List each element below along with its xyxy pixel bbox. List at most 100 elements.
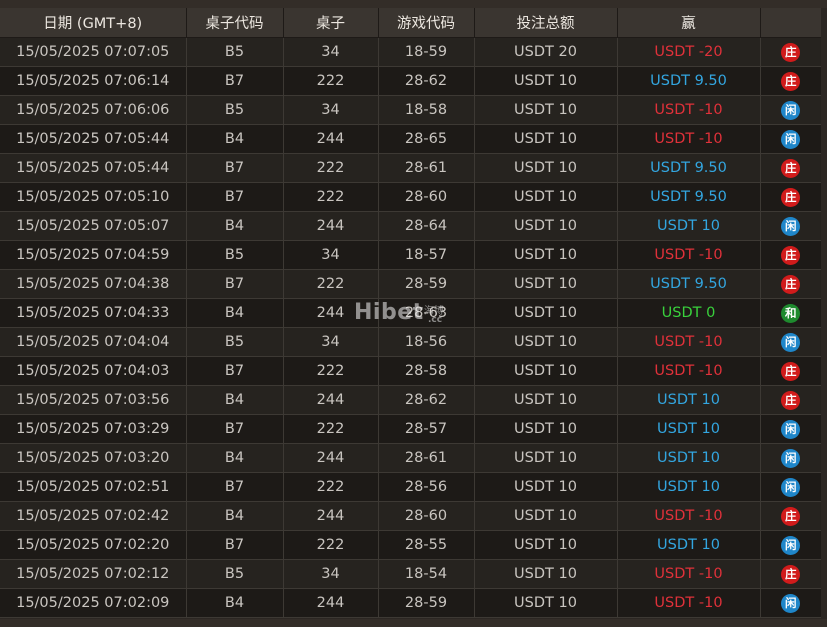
bet-total-cell: USDT 10 <box>473 356 617 386</box>
game-code-cell: 18-59 <box>377 37 474 67</box>
result-player-badge: 闲 <box>781 216 801 236</box>
table-code-cell: B5 <box>185 240 283 270</box>
bet-total-cell: USDT 10 <box>473 66 617 96</box>
date-cell: 15/05/2025 07:07:05 <box>0 37 186 67</box>
table-row: 15/05/2025 07:06:14 B7 222 28-62 USDT 10 USDT… <box>0 66 821 96</box>
result-cell: 庄 <box>759 501 821 531</box>
table-cell: 222 <box>282 530 378 560</box>
result-banker-badge: 庄 <box>781 274 801 294</box>
result-banker-badge: 庄 <box>781 390 801 410</box>
table-code-cell: B7 <box>185 182 283 212</box>
win-cell: USDT -10 <box>616 95 760 125</box>
table-code-cell: B7 <box>185 530 283 560</box>
table-body: 15/05/2025 07:07:05 B5 34 18-59 USDT 20 USDT … <box>0 37 821 618</box>
table-cell: 244 <box>282 385 378 415</box>
game-code-cell: 18-56 <box>377 327 474 357</box>
date-cell: 15/05/2025 07:06:14 <box>0 66 186 96</box>
game-code-cell: 28-55 <box>377 530 474 560</box>
game-code-cell: 18-58 <box>377 95 474 125</box>
game-code-cell: 28-62 <box>377 66 474 96</box>
table-row: 15/05/2025 07:04:04 B5 34 18-56 USDT 10 USDT … <box>0 327 821 357</box>
date-cell: 15/05/2025 07:03:56 <box>0 385 186 415</box>
bet-total-cell: USDT 10 <box>473 95 617 125</box>
table-code-cell: B7 <box>185 356 283 386</box>
table-code-cell: B7 <box>185 414 283 444</box>
date-cell: 15/05/2025 07:04:59 <box>0 240 186 270</box>
win-cell: USDT 9.50 <box>616 66 760 96</box>
table-header-row: 日期 (GMT+8) 桌子代码 桌子 游戏代码 投注总额 赢 <box>0 8 821 38</box>
table-code-cell: B5 <box>185 37 283 67</box>
date-cell: 15/05/2025 07:04:03 <box>0 356 186 386</box>
result-banker-badge: 庄 <box>781 564 801 584</box>
table-code-cell: B4 <box>185 588 283 618</box>
result-player-badge: 闲 <box>781 477 801 497</box>
result-cell: 闲 <box>759 95 821 125</box>
date-cell: 15/05/2025 07:06:06 <box>0 95 186 125</box>
table-code-cell: B4 <box>185 124 283 154</box>
win-cell: USDT -10 <box>616 501 760 531</box>
bet-total-cell: USDT 10 <box>473 472 617 502</box>
win-cell: USDT -10 <box>616 240 760 270</box>
bet-total-cell: USDT 10 <box>473 298 617 328</box>
table-cell: 244 <box>282 211 378 241</box>
table-row: 15/05/2025 07:02:20 B7 222 28-55 USDT 10 USDT… <box>0 530 821 560</box>
table-cell: 244 <box>282 501 378 531</box>
result-cell: 庄 <box>759 153 821 183</box>
table-code-cell: B5 <box>185 327 283 357</box>
date-cell: 15/05/2025 07:03:29 <box>0 414 186 444</box>
result-banker-badge: 庄 <box>781 506 801 526</box>
result-banker-badge: 庄 <box>781 187 801 207</box>
result-cell: 闲 <box>759 443 821 473</box>
table-cell: 222 <box>282 182 378 212</box>
table-row: 15/05/2025 07:05:10 B7 222 28-60 USDT 10 USDT… <box>0 182 821 212</box>
game-code-cell: 28-60 <box>377 501 474 531</box>
date-cell: 15/05/2025 07:05:10 <box>0 182 186 212</box>
table-row: 15/05/2025 07:03:56 B4 244 28-62 USDT 10 USDT… <box>0 385 821 415</box>
win-cell: USDT -10 <box>616 327 760 357</box>
table-code-cell: B4 <box>185 298 283 328</box>
bet-total-cell: USDT 20 <box>473 37 617 67</box>
table-cell: 222 <box>282 414 378 444</box>
table-code-cell: B7 <box>185 153 283 183</box>
result-player-badge: 闲 <box>781 419 801 439</box>
win-cell: USDT -20 <box>616 37 760 67</box>
game-code-cell: 28-59 <box>377 269 474 299</box>
result-banker-badge: 庄 <box>781 71 801 91</box>
date-cell: 15/05/2025 07:02:20 <box>0 530 186 560</box>
win-cell: USDT -10 <box>616 559 760 589</box>
table-row: 15/05/2025 07:02:12 B5 34 18-54 USDT 10 USDT … <box>0 559 821 589</box>
date-cell: 15/05/2025 07:02:51 <box>0 472 186 502</box>
result-cell: 庄 <box>759 385 821 415</box>
table-code-cell: B5 <box>185 559 283 589</box>
table-cell: 34 <box>282 95 378 125</box>
win-cell: USDT 10 <box>616 414 760 444</box>
table-row: 15/05/2025 07:04:59 B5 34 18-57 USDT 10 USDT … <box>0 240 821 270</box>
result-cell: 闲 <box>759 211 821 241</box>
result-cell: 庄 <box>759 66 821 96</box>
bet-total-cell: USDT 10 <box>473 327 617 357</box>
table-row: 15/05/2025 07:03:20 B4 244 28-61 USDT 10 USDT… <box>0 443 821 473</box>
table-row: 15/05/2025 07:04:03 B7 222 28-58 USDT 10 USDT… <box>0 356 821 386</box>
win-cell: USDT 10 <box>616 443 760 473</box>
result-cell: 闲 <box>759 588 821 618</box>
result-banker-badge: 庄 <box>781 42 801 62</box>
bet-total-cell: USDT 10 <box>473 269 617 299</box>
header-result <box>759 8 821 38</box>
table-cell: 222 <box>282 66 378 96</box>
table-code-cell: B4 <box>185 501 283 531</box>
table-code-cell: B7 <box>185 472 283 502</box>
table-row: 15/05/2025 07:05:44 B7 222 28-61 USDT 10 USDT… <box>0 153 821 183</box>
result-banker-badge: 庄 <box>781 158 801 178</box>
date-cell: 15/05/2025 07:04:04 <box>0 327 186 357</box>
result-player-badge: 闲 <box>781 593 801 613</box>
table-row: 15/05/2025 07:06:06 B5 34 18-58 USDT 10 USDT … <box>0 95 821 125</box>
table-cell: 34 <box>282 559 378 589</box>
game-code-cell: 28-57 <box>377 414 474 444</box>
table-code-cell: B4 <box>185 211 283 241</box>
bet-total-cell: USDT 10 <box>473 240 617 270</box>
result-cell: 庄 <box>759 37 821 67</box>
table-row: 15/05/2025 07:05:44 B4 244 28-65 USDT 10 USDT… <box>0 124 821 154</box>
table-cell: 222 <box>282 356 378 386</box>
result-player-badge: 闲 <box>781 535 801 555</box>
header-table-code: 桌子代码 <box>185 8 283 38</box>
